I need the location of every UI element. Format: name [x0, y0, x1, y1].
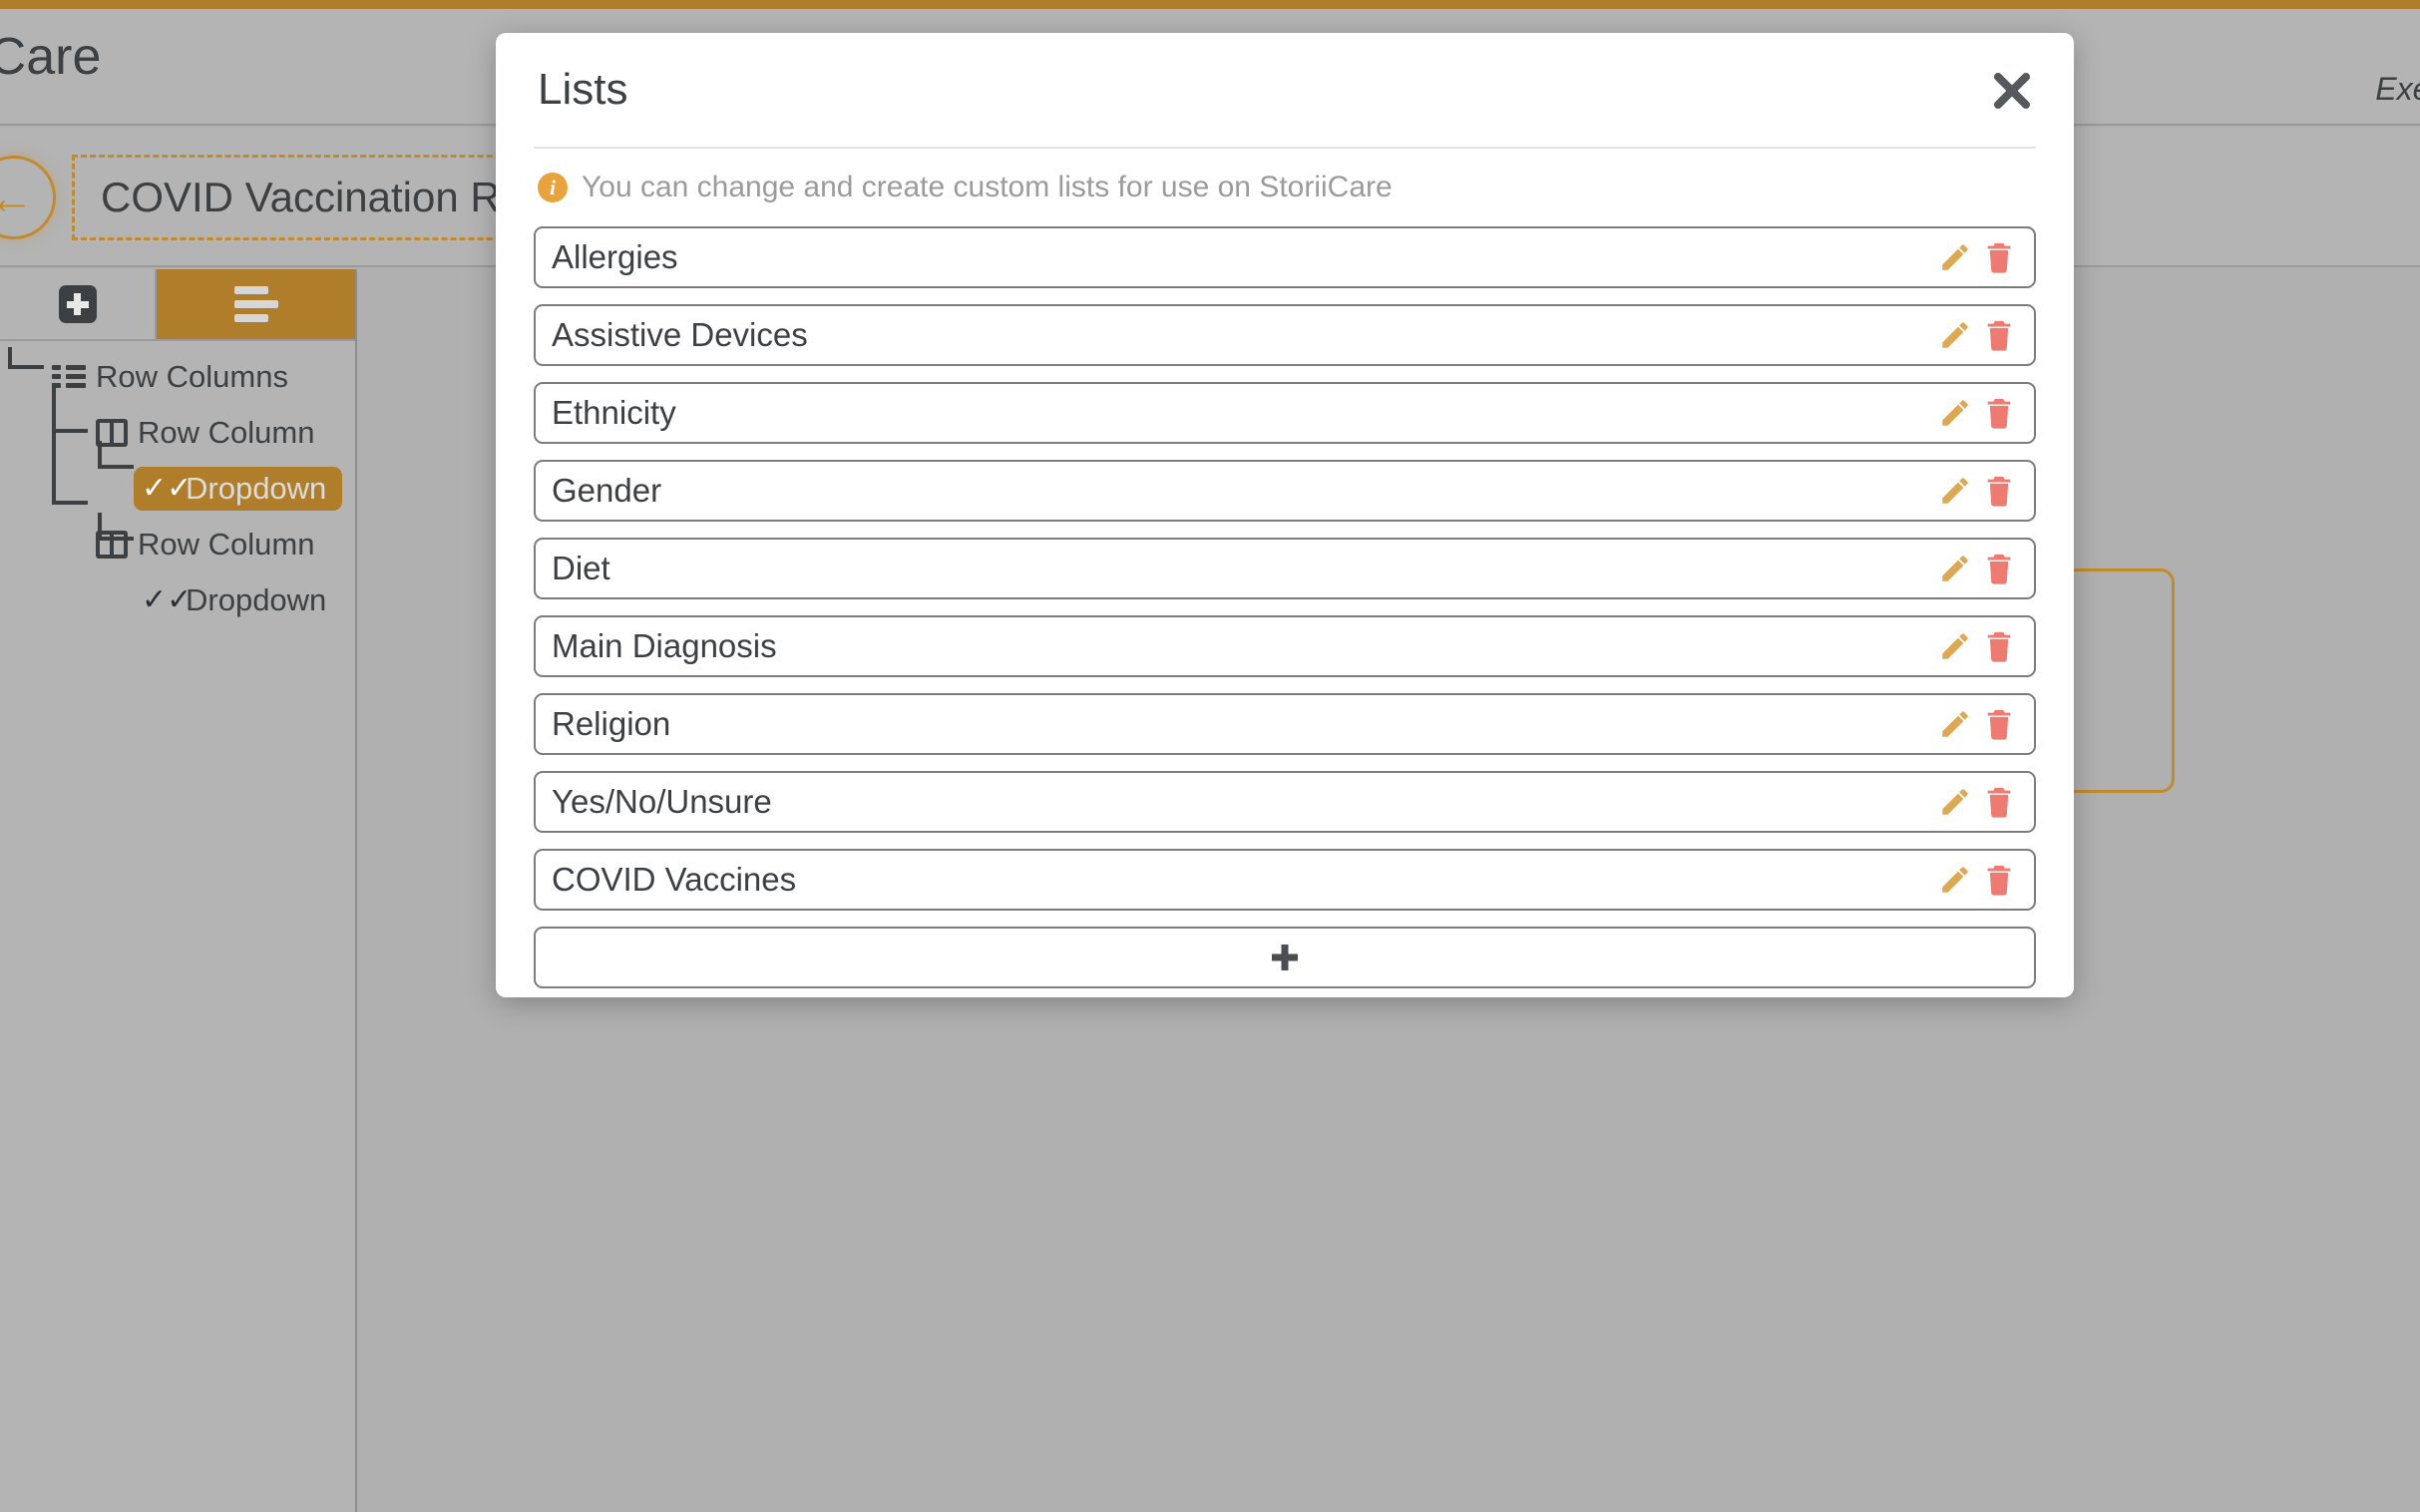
back-button[interactable]: ←: [0, 156, 56, 239]
header-user-block: J Executive D: [2375, 17, 2420, 108]
list-item[interactable]: Main Diagnosis: [534, 615, 2036, 677]
list-icon: [52, 363, 86, 391]
list-item[interactable]: COVID Vaccines: [534, 849, 2036, 911]
list-item-actions: [1938, 552, 2034, 585]
list-item[interactable]: Diet: [534, 538, 2036, 599]
pencil-icon[interactable]: [1938, 629, 1972, 663]
list-item-actions: [1938, 707, 2034, 741]
trash-icon[interactable]: [1982, 396, 2016, 430]
list-item-actions: [1938, 318, 2034, 352]
pencil-icon[interactable]: [1938, 863, 1972, 897]
list-item-label: Main Diagnosis: [552, 627, 777, 664]
list-item-actions: [1938, 396, 2034, 430]
list-item-label: Diet: [552, 550, 610, 586]
close-icon[interactable]: [1988, 67, 2036, 115]
form-title-text: COVID Vaccination R: [101, 174, 501, 220]
add-list-button[interactable]: [534, 927, 2036, 988]
lists-container: Allergies Assistive Devices Ethnicity Ge…: [496, 222, 2074, 988]
plus-icon: [1271, 944, 1299, 971]
info-icon: i: [538, 173, 568, 202]
list-item-label: Religion: [552, 705, 671, 742]
tree-item-dropdown-2[interactable]: ✓✓ Dropdown: [0, 572, 355, 628]
list-item[interactable]: Assistive Devices: [534, 304, 2036, 366]
list-item-label: Ethnicity: [552, 394, 676, 431]
sidebar: Row Columns Row Column ✓✓ Dropdown Row C…: [0, 269, 357, 1512]
tree-item-label: Dropdown: [186, 471, 327, 506]
columns-icon: [96, 531, 128, 559]
double-check-icon: ✓✓: [142, 583, 193, 616]
arrow-left-icon: ←: [0, 172, 34, 223]
pencil-icon[interactable]: [1938, 552, 1972, 585]
pencil-icon[interactable]: [1938, 396, 1972, 430]
plus-square-icon: [58, 285, 97, 323]
tree-item-row-column-2[interactable]: Row Column: [0, 517, 355, 572]
pencil-icon[interactable]: [1938, 785, 1972, 819]
menu-toggle-button[interactable]: [157, 269, 355, 339]
double-check-icon: ✓✓: [142, 472, 193, 505]
list-item-actions: [1938, 474, 2034, 508]
list-item[interactable]: Gender: [534, 460, 2036, 522]
tree-item-label: Dropdown: [186, 582, 327, 617]
trash-icon[interactable]: [1982, 240, 2016, 274]
list-item[interactable]: Religion: [534, 693, 2036, 755]
list-item-actions: [1938, 629, 2034, 663]
tree-item-label: Row Column: [138, 415, 315, 450]
user-role: Executive D: [2375, 71, 2420, 108]
list-item[interactable]: Allergies: [534, 226, 2036, 288]
user-name: J: [2375, 17, 2420, 63]
trash-icon[interactable]: [1982, 629, 2016, 663]
list-item-actions: [1938, 240, 2034, 274]
list-item-label: Assistive Devices: [552, 316, 808, 353]
trash-icon[interactable]: [1982, 318, 2016, 352]
pencil-icon[interactable]: [1938, 474, 1972, 508]
sidebar-toolbar: [0, 269, 355, 341]
tree-item-row-column-1[interactable]: Row Column: [0, 405, 355, 461]
trash-icon[interactable]: [1982, 707, 2016, 741]
tree-item-row-columns[interactable]: Row Columns: [0, 349, 355, 405]
list-item-actions: [1938, 863, 2034, 897]
list-item-label: Yes/No/Unsure: [552, 783, 772, 820]
trash-icon[interactable]: [1982, 474, 2016, 508]
modal-header: Lists: [496, 33, 2074, 147]
top-accent-bar: [0, 0, 2420, 9]
lists-modal: Lists i You can change and create custom…: [496, 33, 2074, 997]
trash-icon[interactable]: [1982, 785, 2016, 819]
list-item[interactable]: Ethnicity: [534, 382, 2036, 444]
columns-icon: [96, 419, 128, 447]
modal-note-text: You can change and create custom lists f…: [582, 171, 1393, 203]
list-item-label: Gender: [552, 472, 662, 509]
modal-info-note: i You can change and create custom lists…: [496, 149, 2074, 222]
list-item-label: Allergies: [552, 238, 678, 275]
tree-item-dropdown-1[interactable]: ✓✓ Dropdown: [0, 461, 355, 517]
hamburger-icon: [233, 280, 278, 328]
list-item-actions: [1938, 785, 2034, 819]
tree-item-label: Row Columns: [96, 359, 288, 394]
trash-icon[interactable]: [1982, 552, 2016, 585]
pencil-icon[interactable]: [1938, 318, 1972, 352]
element-tree: Row Columns Row Column ✓✓ Dropdown Row C…: [0, 341, 355, 628]
pencil-icon[interactable]: [1938, 707, 1972, 741]
tree-item-label: Row Column: [138, 527, 315, 562]
list-item-label: COVID Vaccines: [552, 861, 797, 898]
trash-icon[interactable]: [1982, 863, 2016, 897]
list-item[interactable]: Yes/No/Unsure: [534, 771, 2036, 833]
add-element-button[interactable]: [0, 269, 158, 339]
pencil-icon[interactable]: [1938, 240, 1972, 274]
app-title: ar Care: [0, 28, 102, 86]
modal-title: Lists: [538, 65, 628, 114]
